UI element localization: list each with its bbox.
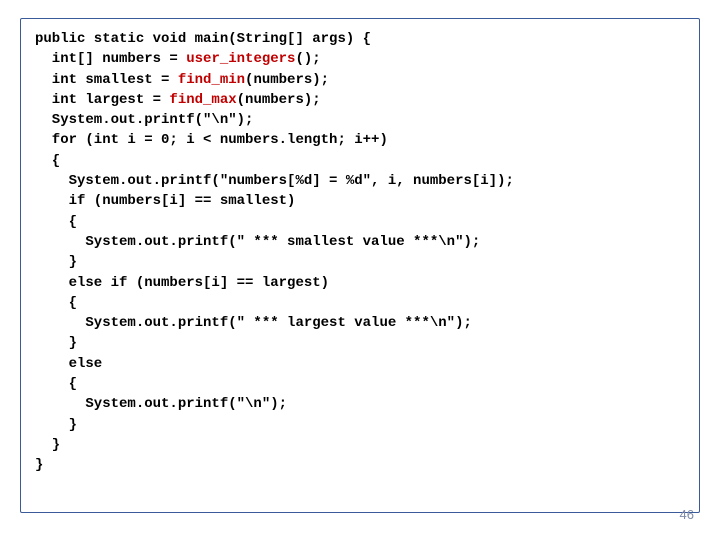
code-line: } bbox=[35, 333, 687, 353]
code-line: System.out.printf("numbers[%d] = %d", i,… bbox=[35, 171, 687, 191]
code-text: for (int i = 0; i < numbers.length; i++) bbox=[35, 132, 388, 148]
code-text: { bbox=[35, 153, 60, 169]
code-text: public static void main(String[] args) { bbox=[35, 31, 371, 47]
code-line: } bbox=[35, 415, 687, 435]
code-text: } bbox=[35, 417, 77, 433]
code-line: } bbox=[35, 435, 687, 455]
code-text: int[] numbers = bbox=[35, 51, 186, 67]
code-line: else if (numbers[i] == largest) bbox=[35, 273, 687, 293]
code-text: { bbox=[35, 376, 77, 392]
code-text: } bbox=[35, 437, 60, 453]
code-text: (numbers); bbox=[245, 72, 329, 88]
code-line: { bbox=[35, 151, 687, 171]
code-box: public static void main(String[] args) {… bbox=[20, 18, 700, 513]
code-line: } bbox=[35, 252, 687, 272]
code-text: int largest = bbox=[35, 92, 169, 108]
code-line: System.out.printf("\n"); bbox=[35, 110, 687, 130]
code-line: System.out.printf(" *** largest value **… bbox=[35, 313, 687, 333]
code-identifier: user_integers bbox=[186, 51, 295, 67]
code-identifier: find_min bbox=[178, 72, 245, 88]
code-line: } bbox=[35, 455, 687, 475]
code-line: int largest = find_max(numbers); bbox=[35, 90, 687, 110]
code-text: } bbox=[35, 457, 43, 473]
code-text: else if (numbers[i] == largest) bbox=[35, 275, 329, 291]
code-text: } bbox=[35, 254, 77, 270]
code-text: int smallest = bbox=[35, 72, 178, 88]
code-text: System.out.printf(" *** largest value **… bbox=[35, 315, 472, 331]
code-text: System.out.printf("numbers[%d] = %d", i,… bbox=[35, 173, 514, 189]
code-line: int[] numbers = user_integers(); bbox=[35, 49, 687, 69]
code-line: int smallest = find_min(numbers); bbox=[35, 70, 687, 90]
code-text: if (numbers[i] == smallest) bbox=[35, 193, 295, 209]
code-text: (numbers); bbox=[237, 92, 321, 108]
code-text: } bbox=[35, 335, 77, 351]
code-text: System.out.printf("\n"); bbox=[35, 396, 287, 412]
code-line: { bbox=[35, 374, 687, 394]
code-line: { bbox=[35, 293, 687, 313]
code-text: { bbox=[35, 295, 77, 311]
code-text: else bbox=[35, 356, 102, 372]
code-line: System.out.printf("\n"); bbox=[35, 394, 687, 414]
code-text: System.out.printf(" *** smallest value *… bbox=[35, 234, 480, 250]
code-text: { bbox=[35, 214, 77, 230]
code-line: public static void main(String[] args) { bbox=[35, 29, 687, 49]
code-line: else bbox=[35, 354, 687, 374]
code-text: System.out.printf("\n"); bbox=[35, 112, 253, 128]
code-identifier: find_max bbox=[169, 92, 236, 108]
code-line: System.out.printf(" *** smallest value *… bbox=[35, 232, 687, 252]
slide: public static void main(String[] args) {… bbox=[0, 0, 720, 540]
code-line: if (numbers[i] == smallest) bbox=[35, 191, 687, 211]
code-text: (); bbox=[295, 51, 320, 67]
code-line: { bbox=[35, 212, 687, 232]
code-line: for (int i = 0; i < numbers.length; i++) bbox=[35, 130, 687, 150]
page-number: 46 bbox=[680, 507, 694, 522]
